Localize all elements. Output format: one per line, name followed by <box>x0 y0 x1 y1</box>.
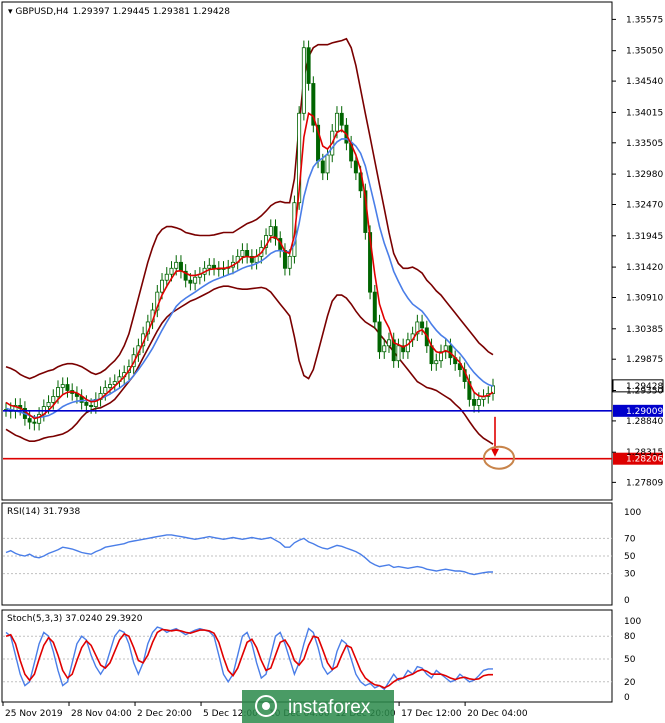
price-tick-label: 1.35575 <box>626 15 663 25</box>
candle-body <box>89 405 94 407</box>
time-tick-label: 20 Dec 04:00 <box>467 709 528 719</box>
candle-body <box>306 47 311 84</box>
candle-body <box>164 273 169 281</box>
candle-body <box>287 255 292 269</box>
time-tick-label: 17 Dec 12:00 <box>401 709 462 719</box>
price-tick-label: 1.32980 <box>626 170 663 180</box>
price-tick-label: 1.30385 <box>626 325 663 335</box>
price-axis: 1.35575 1.35050 1.34540 1.34015 1.33505 1.329… <box>612 15 663 488</box>
candle-body <box>353 160 358 174</box>
stoch-pane: Stoch(5,3,3) 37.0240 29.3920 100 80 50 20 0 <box>1 609 641 703</box>
candle-body <box>212 264 217 269</box>
watermark-logo-dot-icon <box>262 702 270 710</box>
candle-body <box>65 384 70 391</box>
price-tick-label: 1.35050 <box>626 47 663 57</box>
candle-body <box>84 402 89 406</box>
candle-body <box>240 250 245 257</box>
price-pane: 1.290091.282061.29428 ▾ GBPUSD,H4 1.29397… <box>1 1 664 501</box>
stoch-tick-label: 80 <box>624 632 636 642</box>
candle-body <box>420 321 425 329</box>
rsi-tick-label: 70 <box>624 534 636 544</box>
title-arrow: ▾ <box>8 7 15 17</box>
candle-body <box>108 384 113 388</box>
candle-body <box>169 267 174 275</box>
support-label: 1.29009 <box>626 407 663 417</box>
candle-body <box>396 345 401 362</box>
candle-body <box>386 339 391 347</box>
rsi-title: RSI(14) 31.7938 <box>7 507 80 517</box>
stoch-title: Stoch(5,3,3) 37.0240 29.3920 <box>7 614 143 624</box>
candle-body <box>268 226 273 236</box>
rsi-pane-frame <box>1 502 613 606</box>
stoch-tick-label: 0 <box>624 693 630 703</box>
candle-body <box>60 384 65 388</box>
price-tick-label: 1.34015 <box>626 108 663 118</box>
candle-body <box>320 160 325 174</box>
candle-body <box>476 399 481 406</box>
watermark-text: instaforex <box>288 697 371 718</box>
candle-body <box>301 47 306 114</box>
chart-canvas: 1.290091.282061.29428 ▾ GBPUSD,H4 1.29397… <box>1 1 664 723</box>
rsi-tick-label: 100 <box>624 508 641 518</box>
price-tick-label: 1.30910 <box>626 294 663 304</box>
candle-body <box>193 276 198 284</box>
price-tick-label: 1.33505 <box>626 139 663 149</box>
price-tick-label: 1.31420 <box>626 263 663 273</box>
candle-body <box>46 402 51 407</box>
stoch-tick-label: 20 <box>624 678 636 688</box>
candle-body <box>32 421 37 424</box>
candle-body <box>334 112 339 132</box>
price-tick-label: 1.28840 <box>626 417 663 427</box>
time-tick-label: 25 Nov 2019 <box>5 709 63 719</box>
candle-body <box>51 396 56 403</box>
candle-body <box>27 418 32 423</box>
candle-body <box>382 345 387 353</box>
price-tick-label: 1.32470 <box>626 201 663 211</box>
price-tick-label: 1.31945 <box>626 232 663 242</box>
time-tick-label: 2 Dec 20:00 <box>137 709 192 719</box>
ohlc-header: 1.29397 1.29445 1.29381 1.29428 <box>73 7 231 17</box>
rsi-tick-label: 50 <box>624 552 636 562</box>
candle-body <box>372 291 377 323</box>
price-tick-label: 1.28315 <box>626 448 663 458</box>
candle-body <box>160 279 165 293</box>
price-tick-label: 1.29350 <box>626 387 663 397</box>
stoch-tick-label: 100 <box>624 617 641 627</box>
candle-body <box>207 264 212 269</box>
candle-body <box>103 387 108 394</box>
candle-body <box>174 261 179 269</box>
price-tick-label: 1.29875 <box>626 355 663 365</box>
price-tick-label: 1.34540 <box>626 77 663 87</box>
rsi-axis: 100 70 50 30 0 <box>624 508 641 606</box>
chart-title: ▾ GBPUSD,H4 1.29397 1.29445 1.29381 1.294… <box>8 7 230 17</box>
stoch-axis: 100 80 50 20 0 <box>624 617 641 703</box>
candle-body <box>282 250 287 269</box>
candle-body <box>339 112 344 126</box>
rsi-tick-label: 0 <box>624 596 630 606</box>
candle-body <box>325 154 330 174</box>
candle-body <box>434 360 439 365</box>
rsi-pane: RSI(14) 31.7938 100 70 50 30 0 <box>1 502 641 606</box>
candle-body <box>245 250 250 257</box>
stoch-tick-label: 50 <box>624 655 636 665</box>
candle-body <box>188 279 193 284</box>
rsi-tick-label: 30 <box>624 570 636 580</box>
candle-body <box>56 387 61 397</box>
symbol-label: GBPUSD,H4 <box>15 7 68 17</box>
candle-body <box>377 321 382 353</box>
candle-body <box>472 399 477 406</box>
watermark: instaforex <box>242 690 394 723</box>
price-tick-label: 1.27809 <box>626 478 663 488</box>
time-tick-label: 28 Nov 04:00 <box>71 709 132 719</box>
